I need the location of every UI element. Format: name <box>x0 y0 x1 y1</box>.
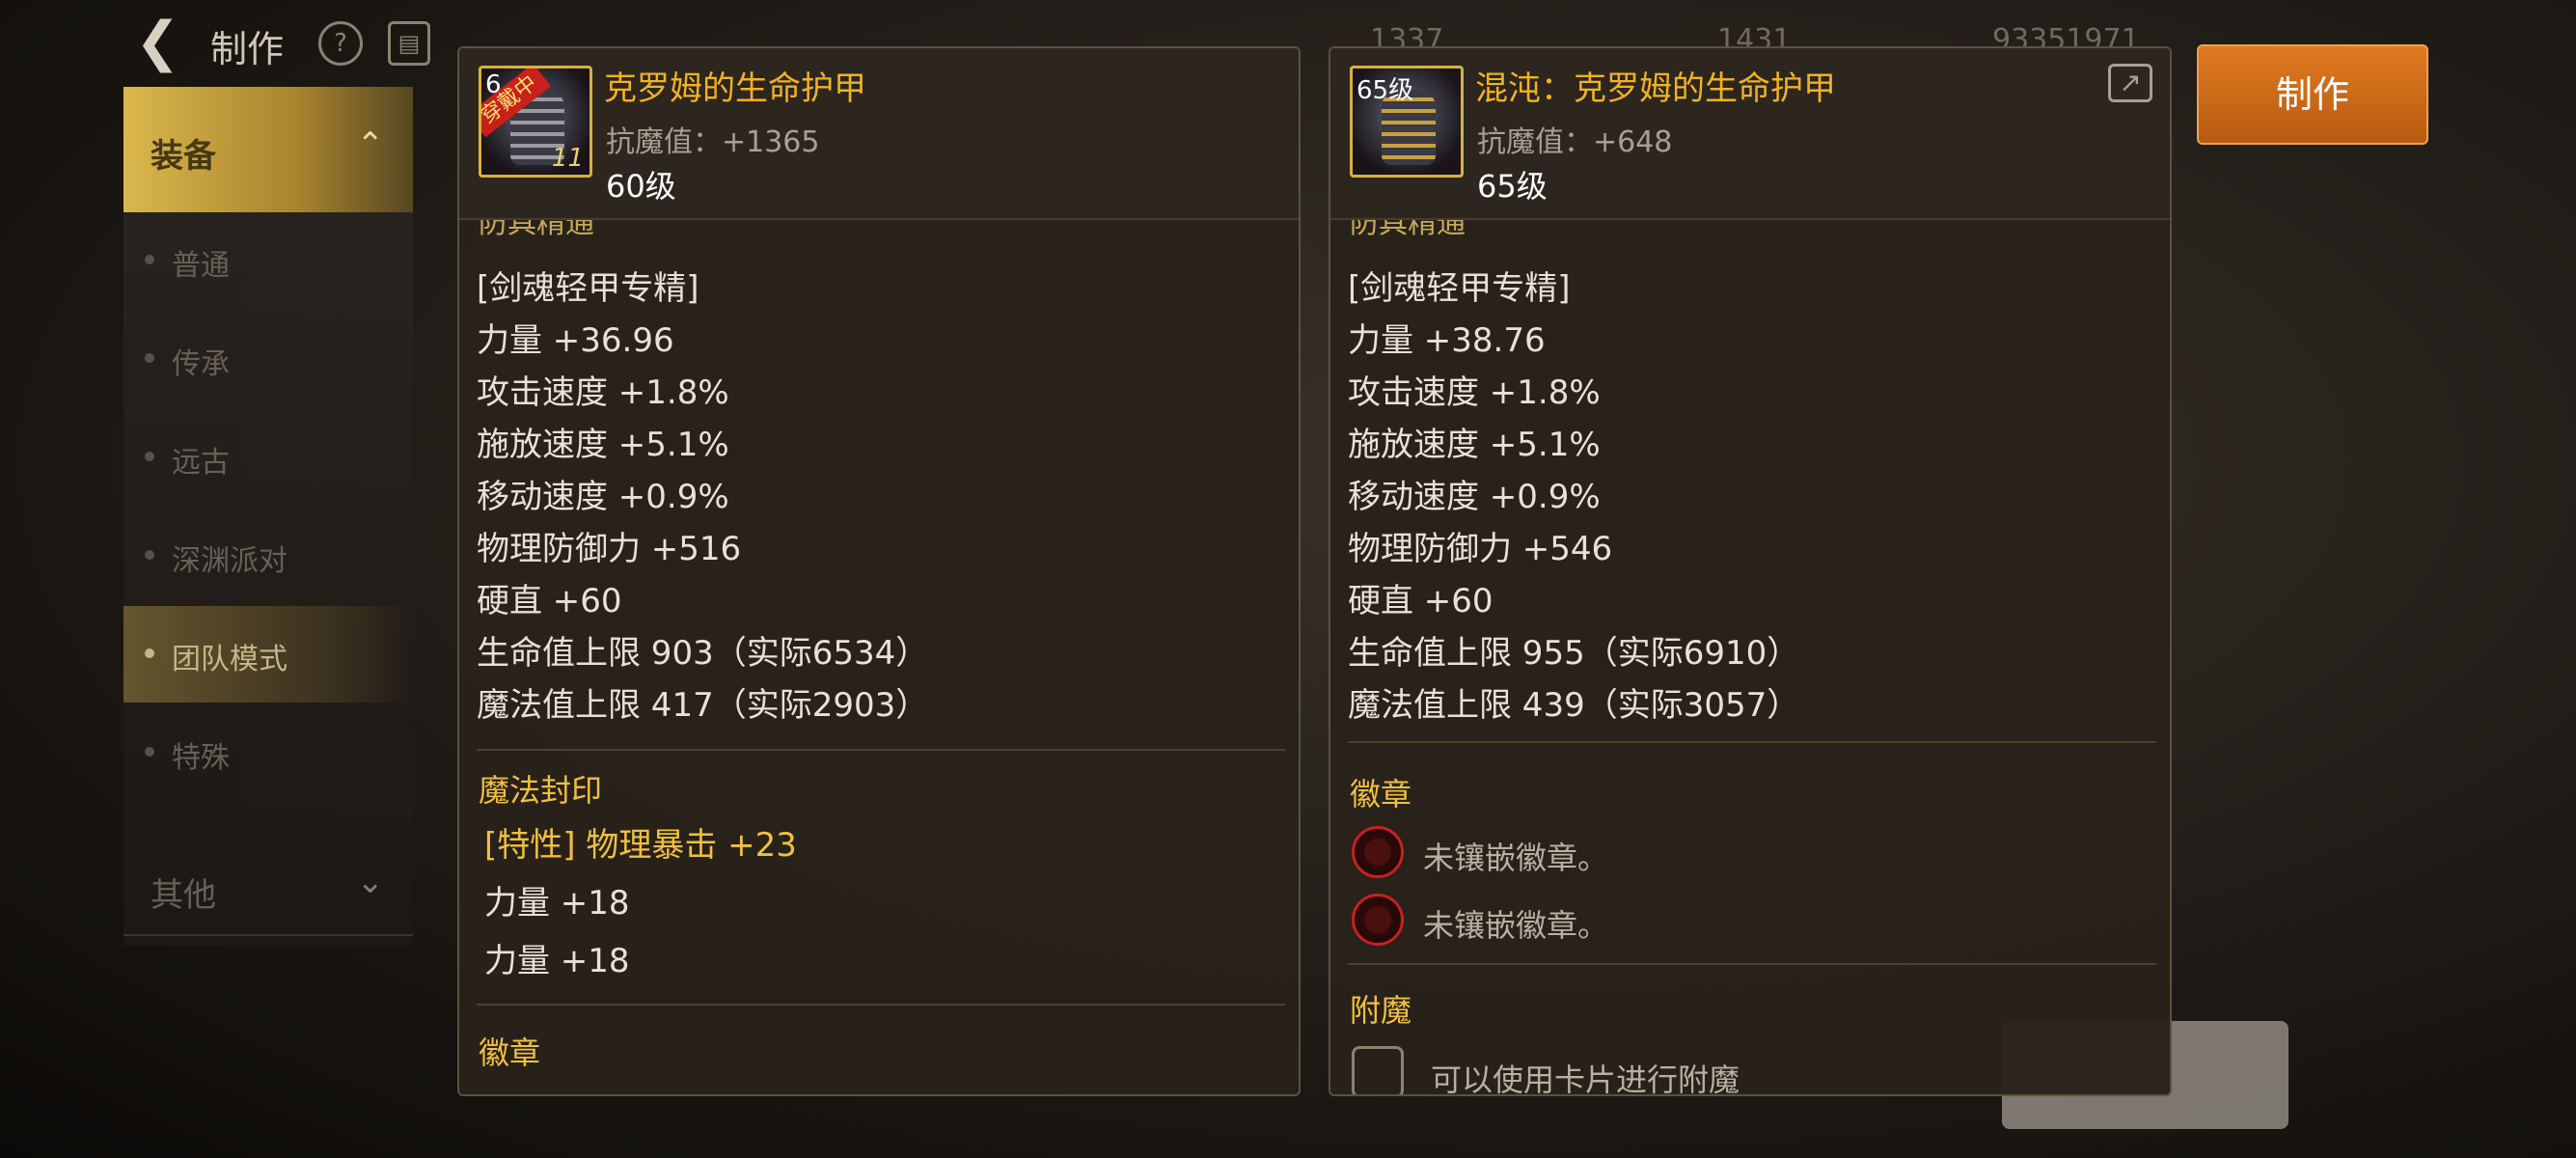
enchant-heading: 附魔 <box>1350 992 1412 1029</box>
section-heading-cut: 防具精通 <box>1350 220 1466 237</box>
divider <box>1348 963 2156 965</box>
stat-line: 攻击速度 +1.8% <box>477 373 729 412</box>
bullet-icon <box>145 747 154 757</box>
emblem-heading: 徽章 <box>1350 776 1412 813</box>
item-name: 克罗姆的生命护甲 <box>604 69 866 108</box>
item-header: 6 穿戴中 11 克罗姆的生命护甲 抗魔值：+1365 60级 <box>459 48 1299 220</box>
category-label: 其他 <box>151 876 216 915</box>
stat-line: 攻击速度 +1.8% <box>1348 373 1601 412</box>
category-equipment[interactable]: 装备 ⌃ <box>123 87 413 212</box>
stat-line: [剑魂轻甲专精] <box>1348 269 1571 308</box>
chevron-up-icon: ⌃ <box>356 125 385 164</box>
sidebar-item-label: 深渊派对 <box>172 544 288 578</box>
emblem-slot-text: 未镶嵌徽章。 <box>1423 907 1609 944</box>
stat-line: 物理防御力 +516 <box>477 530 742 568</box>
item-level: 65级 <box>1477 168 1548 205</box>
bullet-icon <box>145 353 154 363</box>
stat-line: 硬直 +60 <box>1348 582 1494 620</box>
bullet-icon <box>145 452 154 461</box>
sidebar-item-legacy[interactable]: 传承 <box>123 311 413 407</box>
sidebar-item-normal[interactable]: 普通 <box>123 212 413 309</box>
sidebar-item-label: 特殊 <box>172 741 230 775</box>
item-name: 混沌：克罗姆的生命护甲 <box>1475 69 1836 108</box>
sidebar-item-ancient[interactable]: 远古 <box>123 409 413 506</box>
stat-list: [剑魂轻甲专精] 力量 +38.76 攻击速度 +1.8% 施放速度 +5.1%… <box>1348 262 1799 731</box>
share-icon[interactable]: ↗ <box>2108 64 2152 102</box>
sidebar-item-label: 团队模式 <box>172 643 288 676</box>
enchant-text: 可以使用卡片进行附魔 <box>1431 1062 1740 1096</box>
stat-line: 力量 +36.96 <box>477 321 674 360</box>
emblem-slot-text: 未镶嵌徽章。 <box>1423 840 1609 876</box>
stat-list: [剑魂轻甲专精] 力量 +36.96 攻击速度 +1.8% 施放速度 +5.1%… <box>477 262 928 731</box>
divider <box>477 1004 1285 1006</box>
bullet-icon <box>145 550 154 560</box>
sidebar-item-label: 传承 <box>172 347 230 381</box>
page-title: 制作 <box>210 28 285 70</box>
arrow-left-icon[interactable]: ❮ <box>135 14 203 71</box>
icon-number: 11 <box>551 144 584 173</box>
item-level: 60级 <box>606 168 676 205</box>
stat-line: 魔法值上限 417（实际2903） <box>477 686 929 725</box>
stat-line: 施放速度 +5.1% <box>1348 426 1601 464</box>
anti-magic-value: 抗魔值：+1365 <box>606 125 820 159</box>
item-header: 65级 混沌：克罗姆的生命护甲 抗魔值：+648 65级 ↗ <box>1330 48 2170 220</box>
stat-line: [剑魂轻甲专精] <box>477 269 699 308</box>
book-icon[interactable]: ▤ <box>388 21 430 66</box>
seal-trait: [特性] 物理暴击 +23 <box>484 826 797 865</box>
craft-item-tooltip: 65级 混沌：克罗姆的生命护甲 抗魔值：+648 65级 ↗ 防具精通 [剑魂轻… <box>1329 46 2172 1096</box>
equipped-item-tooltip: 6 穿戴中 11 克罗姆的生命护甲 抗魔值：+1365 60级 防具精通 [剑魂… <box>457 46 1301 1096</box>
category-other[interactable]: 其他 ⌄ <box>123 840 413 936</box>
bullet-icon <box>145 648 154 658</box>
stat-line: 生命值上限 903（实际6534） <box>477 634 929 673</box>
divider <box>1348 741 2156 743</box>
icon-level: 65级 <box>1357 76 1414 105</box>
stat-line: 移动速度 +0.9% <box>1348 478 1601 516</box>
stat-line: 移动速度 +0.9% <box>477 478 729 516</box>
emblem-slot-icon <box>1352 894 1404 946</box>
stat-line: 施放速度 +5.1% <box>477 426 729 464</box>
category-sidebar: 装备 ⌃ 普通 传承 远古 深渊派对 团队模式 特殊 其他 ⌄ <box>123 87 413 946</box>
sidebar-item-special[interactable]: 特殊 <box>123 704 413 801</box>
magic-seal-heading: 魔法封印 <box>479 772 603 809</box>
chevron-down-icon: ⌄ <box>356 863 385 901</box>
stat-line: 生命值上限 955（实际6910） <box>1348 634 1800 673</box>
armor-icon[interactable]: 65级 <box>1350 66 1464 178</box>
stat-line: 硬直 +60 <box>477 582 622 620</box>
divider <box>477 749 1285 751</box>
stat-line: 物理防御力 +546 <box>1348 530 1613 568</box>
sidebar-item-label: 普通 <box>172 249 230 283</box>
anti-magic-value: 抗魔值：+648 <box>1477 125 1673 159</box>
sidebar-item-label: 远古 <box>172 446 230 480</box>
section-heading-cut: 防具精通 <box>479 220 594 237</box>
bullet-icon <box>145 255 154 264</box>
craft-button[interactable]: 制作 <box>2197 44 2428 145</box>
seal-stat: 力量 +18 <box>484 884 630 923</box>
stat-line: 魔法值上限 439（实际3057） <box>1348 686 1800 725</box>
emblem-slot-icon <box>1352 826 1404 878</box>
sidebar-item-raid[interactable]: 团队模式 <box>123 606 413 703</box>
stat-line: 力量 +38.76 <box>1348 321 1546 360</box>
sidebar-item-abyss[interactable]: 深渊派对 <box>123 508 413 604</box>
emblem-heading: 徽章 <box>479 1034 541 1071</box>
hint-icon[interactable]: ? <box>318 21 363 66</box>
card-slot-icon <box>1352 1046 1404 1094</box>
armor-icon[interactable]: 6 穿戴中 11 <box>479 66 592 178</box>
seal-stat: 力量 +18 <box>484 942 630 980</box>
category-label: 装备 <box>151 137 216 176</box>
